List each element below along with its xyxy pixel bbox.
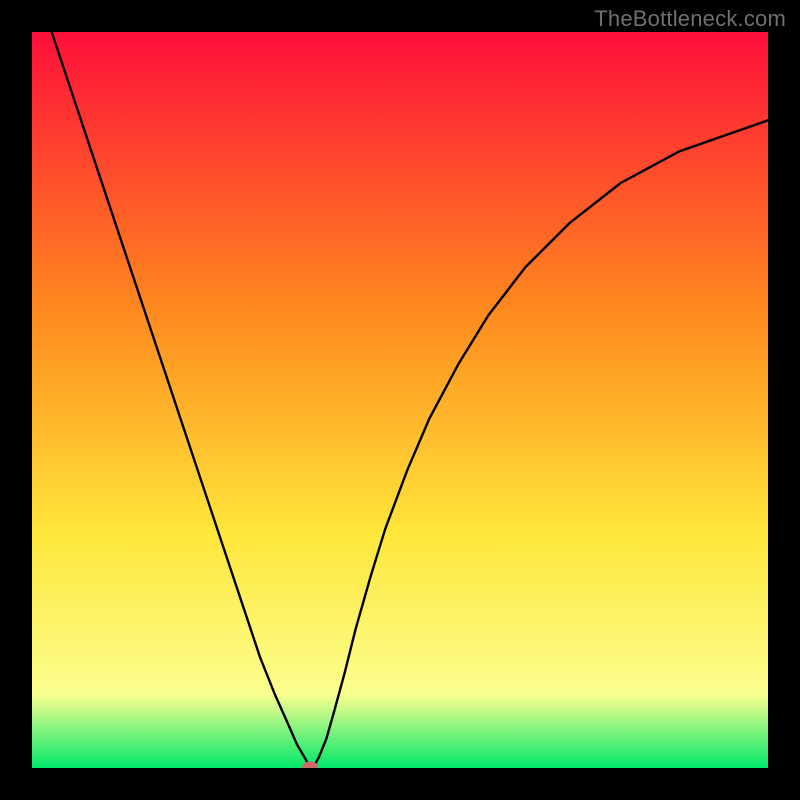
gradient-background xyxy=(32,32,768,768)
watermark-text: TheBottleneck.com xyxy=(594,6,786,32)
plot-area xyxy=(32,32,768,768)
chart-container: TheBottleneck.com xyxy=(0,0,800,800)
chart-svg xyxy=(32,32,768,768)
